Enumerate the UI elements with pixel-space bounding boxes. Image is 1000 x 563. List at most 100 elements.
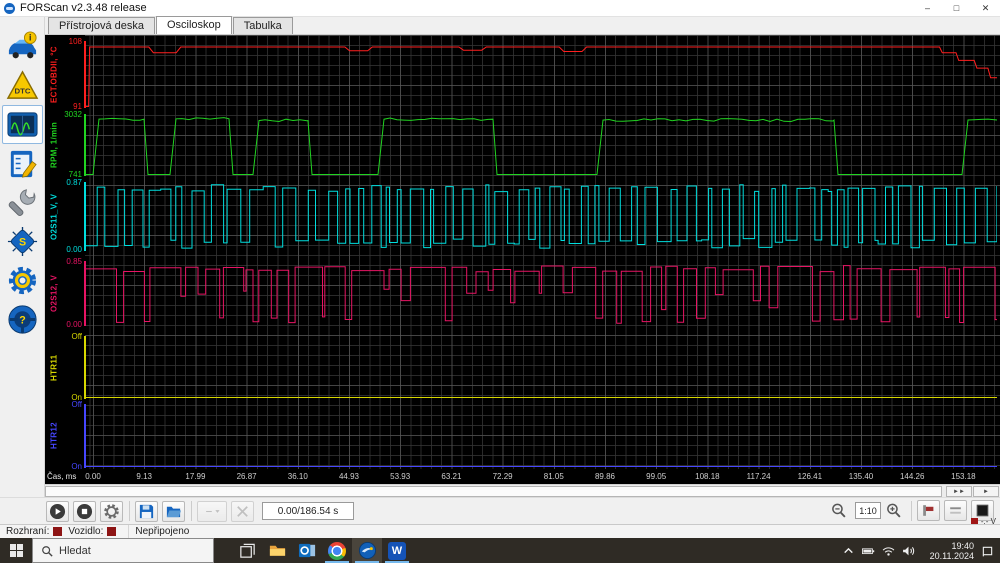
zoom-in-icon [887,503,901,518]
dropdown-icon [205,509,220,513]
sidebar-item-help[interactable]: ? [2,300,43,339]
channel-o2s11: O2S11_V, V 0.87 0.00 [45,179,1000,254]
tabbar: Přístrojová deska Osciloskop Tabulka [45,16,1000,35]
sidebar: i DTC S ? [0,17,45,497]
forscan-taskbar-button[interactable] [352,538,382,563]
channel-htr12-max-value: Off [71,400,82,409]
channel-label-ect: ECT.OBDII, °C [49,46,59,103]
channel-ect: ECT.OBDII, °C 108 91 [45,38,1000,111]
time-axis-label: Čas, ms [47,472,77,481]
save-button[interactable] [135,500,158,522]
time-tick: 99.05 [646,472,667,481]
sidebar-item-tests[interactable] [2,144,43,183]
tab-tabulka[interactable]: Tabulka [232,17,293,34]
zoom-scale-value[interactable]: 1:10 [855,502,881,519]
marker-button[interactable] [917,500,940,521]
channel-o2s12: O2S12, V 0.85 0.00 [45,258,1000,329]
wrench-icon [8,189,35,217]
time-tick: 63.21 [441,472,462,481]
car-info-icon: i [8,31,37,59]
minimize-button[interactable]: – [913,0,942,17]
zoom-out-button[interactable] [827,500,850,521]
channel-label-o2s11: O2S11_V, V [49,193,59,240]
toolbar-separator [911,500,912,521]
scroll-fast-right-button[interactable]: ►► [946,486,972,497]
speaker-icon[interactable] [902,545,915,557]
scope-settings-button[interactable] [100,500,123,522]
sidebar-item-service[interactable] [2,183,43,222]
channel-htr11-max-value: Off [71,332,82,341]
status-message-panel: Nepřipojeno [129,525,195,538]
layout-lines-button[interactable] [944,500,967,521]
taskbar-search-input[interactable]: Hledat [32,538,214,563]
stop-icon [76,503,93,519]
zoom-in-button[interactable] [882,500,905,521]
connection-panel: Rozhraní: Vozidlo: [0,525,130,538]
play-button[interactable] [46,500,69,522]
time-tick: 89.86 [594,472,616,481]
outlook-icon [298,543,315,558]
clear-cross-icon [237,505,248,517]
horizontal-scrollbar[interactable]: ►► ► [45,484,1000,497]
record-mode-dropdown[interactable] [197,500,227,522]
task-view-button[interactable] [232,538,262,563]
taskbar-clock[interactable]: 19:40 20.11.2024 [922,541,974,561]
system-tray: 19:40 20.11.2024 [842,538,1000,563]
file-explorer-button[interactable] [262,538,292,563]
sidebar-item-programming[interactable]: S [2,222,43,261]
vehicle-status-square [107,527,117,536]
time-tick: 126.41 [797,472,823,481]
clock-time: 19:40 [951,540,974,551]
scroll-right-button[interactable]: ► [973,486,999,497]
maximize-button[interactable]: □ [942,0,971,17]
channel-htr12: HTR12 Off On [45,400,1000,471]
interface-label: Rozhraní: [6,526,50,537]
sidebar-item-oscilloscope[interactable] [1,105,43,144]
channel-o2s11-trace [85,184,997,249]
time-tick: 153.18 [951,472,976,481]
action-center-icon[interactable] [981,545,994,557]
time-tick: 81.05 [543,472,564,481]
toolbar-separator [191,501,192,521]
sidebar-item-dtc[interactable]: DTC [2,66,43,105]
task-view-icon [239,543,255,558]
svg-text:?: ? [19,314,26,326]
search-icon [42,545,53,557]
time-tick: 36.10 [287,472,308,481]
channel-o2s11-min-value: 0.00 [66,245,82,254]
sidebar-item-vehicle-info[interactable]: i [2,27,43,66]
channel-rpm-max-value: 3032 [64,110,82,119]
start-button[interactable] [0,538,32,563]
chrome-button[interactable] [322,538,352,563]
tab-pristrojova-deska[interactable]: Přístrojová deska [48,17,155,34]
stop-button[interactable] [73,500,96,522]
svg-text:i: i [29,33,31,43]
sidebar-item-settings[interactable] [2,261,43,300]
tab-osciloskop[interactable]: Osciloskop [155,16,232,34]
tray-chevron-icon[interactable] [842,545,855,557]
statusbar: Rozhraní: Vozidlo: Nepřipojeno [0,524,1000,538]
channel-label-htr12: HTR12 [49,422,59,450]
scrollbar-thumb[interactable] [45,486,942,497]
open-button[interactable] [162,500,185,522]
time-tick: 117.24 [746,472,771,481]
wifi-icon[interactable] [882,545,895,557]
outlook-button[interactable] [292,538,322,563]
svg-text:S: S [18,236,25,248]
playback-time-display: 0.00/186.54 s [262,502,354,520]
steering-wheel-question-icon: ? [7,305,37,334]
battery-icon[interactable] [862,545,875,557]
file-explorer-icon [269,545,285,556]
time-tick: 72.29 [492,472,513,481]
window-title: FORScan v2.3.48 release [20,2,147,14]
clear-button[interactable] [231,500,254,522]
channel-htr11: HTR11 Off On [45,332,1000,402]
channel-htr12-trace [85,466,997,467]
dtc-triangle-icon: DTC [6,70,38,99]
word-button[interactable]: W [382,538,412,563]
screen: FORScan v2.3.48 release – □ ✕ i DTC S ? … [0,0,1000,563]
oscilloscope-plot: ECT.OBDII, °C 108 91 RPM, 1/min 3032 741 O2S11… [45,35,1000,484]
close-button[interactable]: ✕ [971,0,1000,17]
channel-label-htr11: HTR11 [49,354,59,381]
time-axis: Čas, ms 0.00 9.13 17.99 26.87 36.10 44.93 53.9… [45,471,1000,483]
